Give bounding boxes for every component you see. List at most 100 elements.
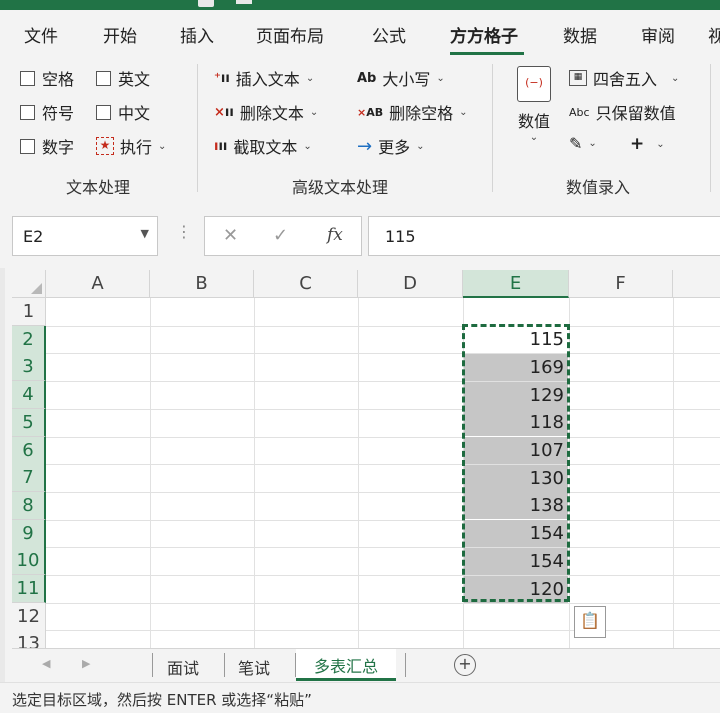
sheet-tab-written[interactable]: 笔试 xyxy=(238,655,270,679)
confirm-icon[interactable]: ✓ xyxy=(273,225,288,246)
column-header-g[interactable] xyxy=(673,270,720,298)
cancel-icon[interactable]: ✕ xyxy=(223,225,238,246)
sheet-tab-summary[interactable]: 多表汇总 xyxy=(296,649,397,681)
cell-e2[interactable]: 115 xyxy=(464,326,568,354)
tab-data[interactable]: 数据 xyxy=(563,22,597,47)
quick-access-icon-2[interactable] xyxy=(236,0,252,4)
row-header[interactable]: 4 xyxy=(12,381,46,410)
case-icon: Ab xyxy=(357,70,377,86)
execute-star-icon: ★ xyxy=(96,137,114,155)
execute-button[interactable]: ★ 执行 ⌄ xyxy=(96,134,166,158)
chevron-down-icon: ⌄ xyxy=(416,140,425,152)
checkbox-icon xyxy=(96,104,111,120)
delete-text-button[interactable]: ×ıı 删除文本 ⌄ xyxy=(214,100,318,124)
cell-e8[interactable]: 138 xyxy=(464,492,568,520)
fx-icon[interactable]: fx xyxy=(327,225,343,245)
more-options-icon[interactable]: ⋮ xyxy=(176,222,192,241)
next-sheet-icon[interactable]: ▶ xyxy=(82,657,90,670)
column-header-a[interactable]: A xyxy=(46,270,150,298)
row-header[interactable]: 5 xyxy=(12,408,46,437)
extract-text-button[interactable]: ııı 截取文本 ⌄ xyxy=(214,134,312,158)
status-bar: 选定目标区域，然后按 ENTER 或选择“粘贴” xyxy=(0,682,720,713)
checkbox-icon xyxy=(96,70,111,86)
cell-e10[interactable]: 154 xyxy=(464,547,568,575)
row-header[interactable]: 9 xyxy=(12,519,46,548)
delete-space-button[interactable]: ×AB 删除空格 ⌄ xyxy=(357,100,468,124)
checkbox-label: 空格 xyxy=(42,70,75,89)
more-button[interactable]: → 更多 ⌄ xyxy=(357,134,425,158)
plus-button[interactable]: + ⌄ xyxy=(630,134,665,154)
tab-formulas[interactable]: 公式 xyxy=(372,22,406,47)
tab-divider xyxy=(224,653,225,677)
row-header[interactable]: 12 xyxy=(12,602,46,631)
gridline xyxy=(46,575,720,576)
cell-e5[interactable]: 118 xyxy=(464,409,568,437)
cell-e6[interactable]: 107 xyxy=(464,437,568,464)
row-header[interactable]: 10 xyxy=(12,547,46,576)
add-sheet-icon[interactable]: + xyxy=(454,654,476,676)
row-header[interactable]: 8 xyxy=(12,491,46,520)
insert-text-label: 插入文本 xyxy=(235,70,300,89)
formula-input[interactable]: 115 xyxy=(368,216,720,256)
row-header[interactable]: 13 xyxy=(12,630,46,648)
row-header[interactable]: 3 xyxy=(12,353,46,382)
checkbox-number[interactable]: 数字 xyxy=(20,134,74,158)
insert-text-button[interactable]: ⁺ıı 插入文本 ⌄ xyxy=(214,66,314,90)
execute-label: 执行 xyxy=(120,138,153,157)
checkbox-english[interactable]: 英文 xyxy=(96,66,150,90)
edit-button[interactable]: ✎ ⌄ xyxy=(569,134,597,153)
cell-e9[interactable]: 154 xyxy=(464,520,568,548)
chevron-down-icon: ⌄ xyxy=(436,72,445,84)
keep-values-button[interactable]: Abc 只保留数值 xyxy=(569,100,676,124)
checkbox-icon xyxy=(20,70,35,86)
column-header-d[interactable]: D xyxy=(358,270,463,298)
name-box[interactable]: E2 ▼ xyxy=(12,216,158,256)
row-header[interactable]: 11 xyxy=(12,575,46,603)
edit-icon: ✎ xyxy=(569,134,583,153)
spreadsheet-grid[interactable]: A B C D E F 1 2 3 4 5 6 7 8 9 10 11 12 13 115 169 129 1… xyxy=(12,270,720,648)
column-header-e[interactable]: E xyxy=(463,270,569,298)
cell-e4[interactable]: 129 xyxy=(464,381,568,409)
cell-e7[interactable]: 130 xyxy=(464,464,568,492)
formula-buttons: ✕ ✓ fx xyxy=(204,216,362,256)
gridline xyxy=(46,381,720,383)
tab-home[interactable]: 开始 xyxy=(103,22,137,47)
row-header[interactable]: 2 xyxy=(12,325,46,354)
cell-e3[interactable]: 169 xyxy=(464,353,568,381)
name-box-value: E2 xyxy=(23,227,44,246)
select-all-corner[interactable] xyxy=(12,270,46,298)
checkbox-symbol[interactable]: 符号 xyxy=(20,100,74,124)
checkbox-label: 符号 xyxy=(42,104,75,123)
dropdown-icon[interactable]: ▼ xyxy=(141,227,149,240)
tab-divider xyxy=(152,653,153,677)
checkbox-space[interactable]: 空格 xyxy=(20,66,74,90)
tab-review[interactable]: 审阅 xyxy=(641,22,675,47)
tab-insert[interactable]: 插入 xyxy=(180,22,214,47)
ribbon-tab-bar: 文件 开始 插入 页面布局 公式 方方格子 数据 审阅 视 xyxy=(0,10,720,56)
row-header[interactable]: 6 xyxy=(12,436,46,465)
checkbox-chinese[interactable]: 中文 xyxy=(96,100,150,124)
sheet-tab-interview[interactable]: 面试 xyxy=(167,655,199,679)
column-header-c[interactable]: C xyxy=(254,270,358,298)
prev-sheet-icon[interactable]: ◀ xyxy=(42,657,50,670)
row-header[interactable]: 7 xyxy=(12,464,46,493)
numeric-button[interactable]: (−) 数值 ⌄ xyxy=(512,66,556,143)
column-header-f[interactable]: F xyxy=(569,270,673,298)
quick-access-icon[interactable] xyxy=(198,0,214,7)
tab-fangfang[interactable]: 方方格子 xyxy=(450,22,518,47)
round-label: 四舍五入 xyxy=(593,70,658,89)
cell-e11[interactable]: 120 xyxy=(464,575,568,603)
paste-options-icon[interactable]: 📋 xyxy=(574,606,606,638)
checkbox-icon xyxy=(20,104,35,120)
tab-page-layout[interactable]: 页面布局 xyxy=(256,22,324,47)
arrow-right-icon: → xyxy=(357,135,373,157)
group-label-number: 数值录入 xyxy=(566,178,631,197)
tab-view[interactable]: 视 xyxy=(708,22,720,47)
case-button[interactable]: Ab 大小写 ⌄ xyxy=(357,66,445,90)
column-header-b[interactable]: B xyxy=(150,270,254,298)
group-divider xyxy=(197,64,198,192)
more-label: 更多 xyxy=(378,138,411,157)
row-header[interactable]: 1 xyxy=(12,298,46,326)
tab-file[interactable]: 文件 xyxy=(24,22,58,47)
round-button[interactable]: ▦ 四舍五入 ⌄ xyxy=(569,66,679,90)
